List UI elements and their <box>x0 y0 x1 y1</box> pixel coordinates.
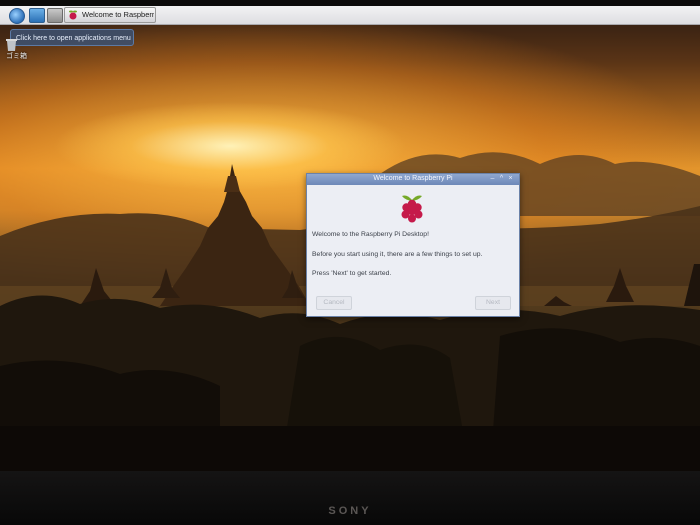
taskbar-window-button[interactable]: Welcome to Raspberr <box>64 7 156 23</box>
file-manager-launcher[interactable] <box>47 8 63 23</box>
applications-menu-tooltip: Click here to open applications menu <box>10 29 134 46</box>
welcome-dialog: Welcome to Raspberry Pi – ^ × Welcome to… <box>306 173 520 317</box>
raspberry-icon <box>69 10 77 20</box>
monitor-brand-logo: SONY <box>328 505 372 517</box>
cancel-button[interactable]: Cancel <box>316 296 352 310</box>
welcome-heading: Welcome to the Raspberry Pi Desktop! <box>312 231 429 238</box>
trash-icon[interactable] <box>5 37 18 51</box>
raspberry-pi-logo-icon <box>401 195 423 223</box>
next-button[interactable]: Next <box>475 296 511 310</box>
next-instruction: Press 'Next' to get started. <box>312 270 392 277</box>
maximize-button[interactable]: ^ <box>498 175 505 183</box>
applications-menu-button[interactable] <box>9 8 25 24</box>
trash-label: ゴミ箱 <box>6 53 27 60</box>
minimize-button[interactable]: – <box>489 175 496 183</box>
web-browser-launcher[interactable] <box>29 8 45 23</box>
dialog-title: Welcome to Raspberry Pi <box>373 175 453 182</box>
close-button[interactable]: × <box>507 175 514 183</box>
taskbar: Welcome to Raspberr <box>0 6 700 25</box>
taskbar-window-label: Welcome to Raspberr <box>82 10 154 19</box>
dialog-titlebar[interactable]: Welcome to Raspberry Pi – ^ × <box>307 174 519 185</box>
setup-description: Before you start using it, there are a f… <box>312 251 483 258</box>
